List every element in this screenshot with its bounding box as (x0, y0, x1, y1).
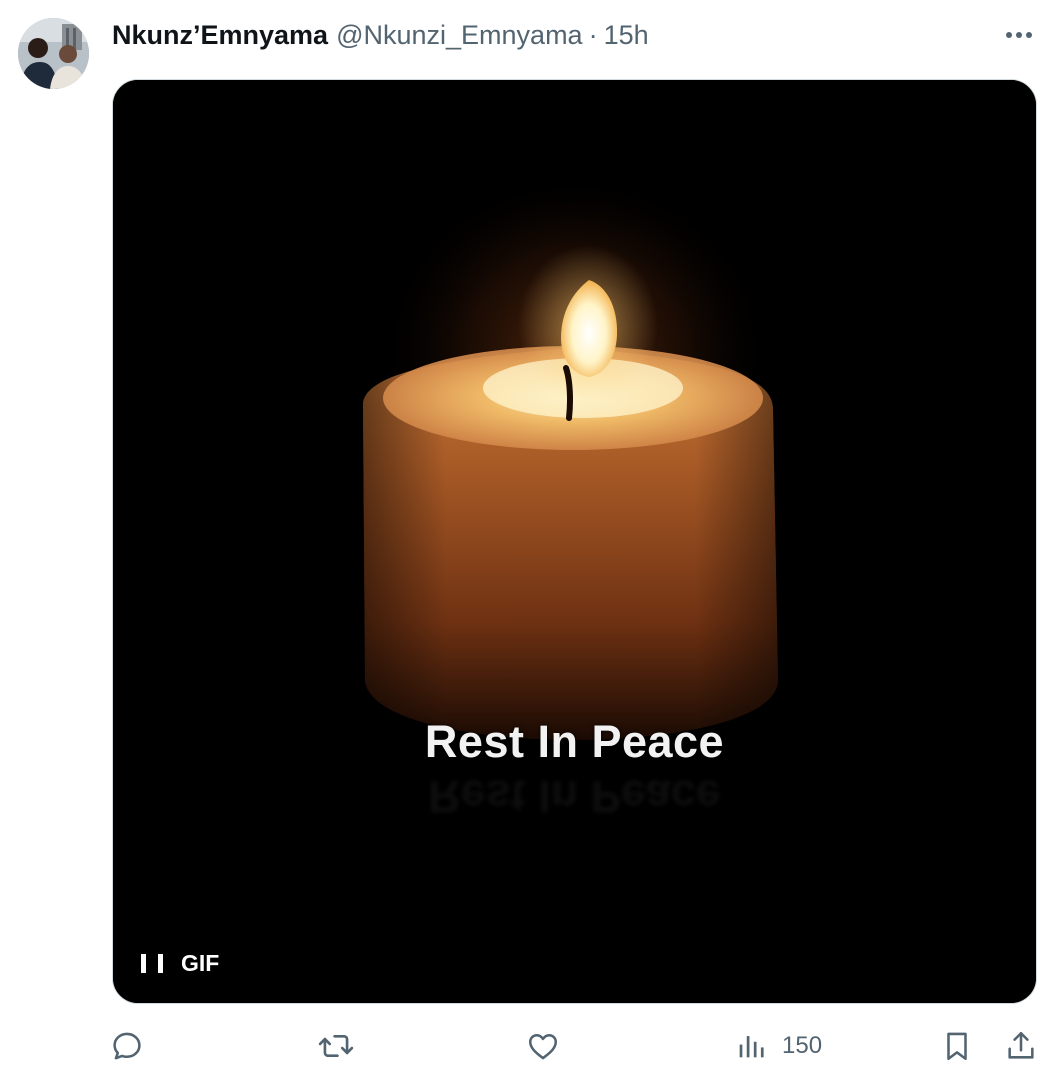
candle-image (113, 80, 1036, 1003)
bookmark-button[interactable] (940, 1024, 974, 1068)
retweet-button[interactable] (318, 1024, 354, 1068)
gif-badge: GIF (181, 950, 220, 976)
gif-caption: Rest In Peace (424, 716, 725, 767)
avatar[interactable] (18, 18, 89, 89)
user-handle[interactable]: @Nkunzi_Emnyama (336, 20, 583, 51)
gif-media[interactable]: Rest In Peace Rest In Peace GIF (112, 79, 1037, 1004)
more-options-icon[interactable] (1002, 20, 1036, 50)
timestamp[interactable]: 15h (604, 20, 649, 51)
caption-reflection: Rest In Peace (428, 771, 721, 822)
tweet[interactable]: Nkunz’Emnyama @Nkunzi_Emnyama · 15h Rest… (0, 0, 1062, 1072)
share-button[interactable] (1004, 1024, 1038, 1068)
reply-icon (110, 1029, 144, 1063)
views-button[interactable]: 150 (734, 1024, 822, 1068)
bookmark-icon (940, 1029, 974, 1063)
tweet-header: Nkunz’Emnyama @Nkunzi_Emnyama · 15h (112, 14, 649, 56)
reply-button[interactable] (110, 1024, 144, 1068)
views-count: 150 (782, 1032, 823, 1059)
retweet-icon (318, 1029, 354, 1063)
share-icon (1004, 1029, 1038, 1063)
pause-icon[interactable] (141, 952, 163, 976)
tweet-actions: 150 (0, 1024, 1062, 1068)
gif-controls: GIF (141, 950, 219, 977)
separator-dot: · (588, 19, 598, 50)
like-button[interactable] (526, 1024, 560, 1068)
bar-chart-icon (734, 1029, 768, 1063)
display-name[interactable]: Nkunz’Emnyama (112, 20, 328, 51)
heart-icon (526, 1029, 560, 1063)
